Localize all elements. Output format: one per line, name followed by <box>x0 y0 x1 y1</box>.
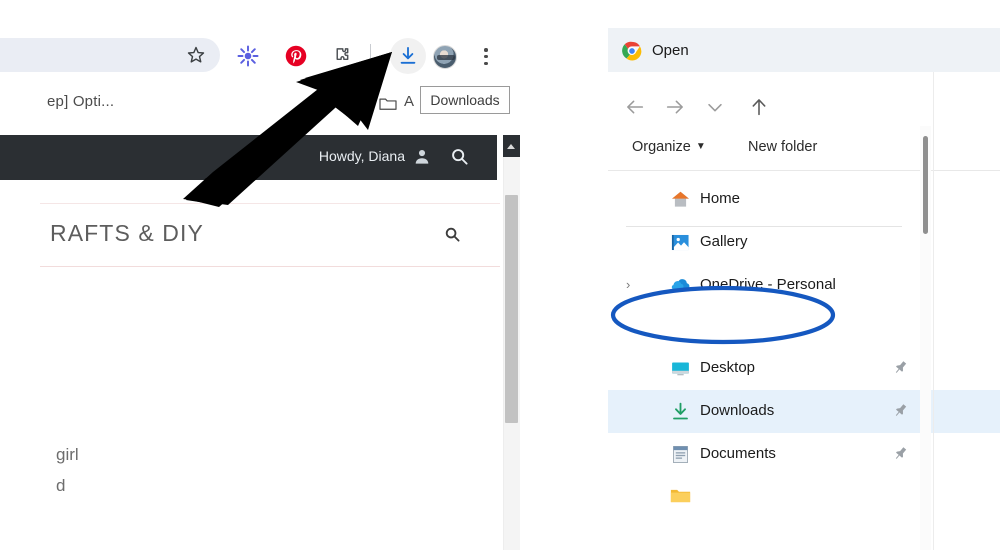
bookmark-item[interactable]: ep] Opti... <box>47 93 114 110</box>
site-nav-search-icon[interactable] <box>444 226 461 243</box>
site-nav-title: RAFTS & DIY <box>50 220 204 246</box>
open-file-dialog: Open Organize ▼ New folder Home Gallery … <box>608 28 1000 550</box>
organize-button[interactable]: Organize ▼ <box>632 139 706 155</box>
extension-sparkle-icon[interactable] <box>237 45 259 67</box>
account-person-icon[interactable] <box>413 147 431 166</box>
chrome-menu-kebab-icon[interactable] <box>484 45 488 67</box>
site-greeting: Howdy, Diana <box>318 148 405 164</box>
downloads-tooltip: Downloads <box>420 86 510 114</box>
chrome-browser-window: ep] Opti... A Downloads Howdy, Diana RAF… <box>0 0 520 550</box>
browser-scrollbar-up-button[interactable] <box>503 135 520 157</box>
extensions-puzzle-icon[interactable] <box>331 45 353 67</box>
pin-icon[interactable] <box>892 359 909 376</box>
omnibox[interactable] <box>0 38 220 72</box>
back-arrow-icon[interactable] <box>624 96 646 118</box>
chevron-right-icon[interactable]: › <box>626 278 630 291</box>
dialog-pane-divider <box>933 72 934 550</box>
forward-arrow-icon[interactable] <box>664 96 686 118</box>
new-folder-button[interactable]: New folder <box>748 139 817 155</box>
bookmark-star-icon[interactable] <box>186 45 206 65</box>
home-icon <box>670 189 691 210</box>
documents-icon <box>670 444 691 465</box>
site-header-bar: Howdy, Diana <box>0 135 497 180</box>
sidebar-item-label: Documents <box>700 445 776 462</box>
browser-scrollbar-thumb[interactable] <box>505 195 518 423</box>
sidebar-item-downloads[interactable]: Downloads <box>608 390 1000 433</box>
site-header-search-icon[interactable] <box>450 147 469 166</box>
body-text-line-2: d <box>56 476 66 495</box>
dialog-title: Open <box>652 42 689 59</box>
sidebar-item-onedrive[interactable]: › OneDrive - Personal <box>608 264 1000 307</box>
sidebar-item-label: OneDrive - Personal <box>700 276 836 293</box>
chevron-down-icon: ▼ <box>695 141 706 152</box>
folder-icon <box>670 487 691 508</box>
pin-icon[interactable] <box>892 402 909 419</box>
sidebar-item-documents[interactable]: Documents <box>608 433 1000 476</box>
toolbar-divider <box>608 170 1000 171</box>
recent-locations-chevron-icon[interactable] <box>704 96 726 118</box>
sidebar-item-label: Downloads <box>700 402 775 419</box>
profile-avatar[interactable] <box>433 45 457 69</box>
onedrive-cloud-icon <box>670 275 691 296</box>
dialog-scrollbar-thumb[interactable] <box>923 136 928 234</box>
bookmark-folder-label[interactable]: A <box>404 93 414 110</box>
sidebar-item-partial[interactable] <box>608 476 1000 519</box>
dialog-toolbar: Organize ▼ New folder <box>608 128 1000 170</box>
sidebar-item-gallery[interactable]: Gallery <box>608 221 1000 264</box>
dialog-title-bar: Open <box>608 28 1000 72</box>
divider-top <box>40 203 500 204</box>
downloads-icon[interactable] <box>397 45 419 67</box>
pin-icon[interactable] <box>892 445 909 462</box>
pinterest-icon[interactable] <box>285 45 307 67</box>
divider-bottom <box>40 266 500 267</box>
desktop-icon <box>670 358 691 379</box>
chrome-logo-icon <box>622 41 642 61</box>
sidebar-item-label: Gallery <box>700 233 748 250</box>
sidebar-item-label: Desktop <box>700 359 756 376</box>
black-arrow-pointer <box>183 52 392 207</box>
up-arrow-icon[interactable] <box>748 96 770 118</box>
dialog-navigation-bar: › Seagate (E <box>608 78 1000 170</box>
sidebar-item-desktop[interactable]: Desktop <box>608 347 1000 390</box>
toolbar-divider <box>370 44 371 64</box>
organize-label: Organize <box>632 139 691 155</box>
body-text-line-1: girl <box>56 445 79 464</box>
gallery-icon <box>670 232 691 253</box>
bookmark-folder-icon[interactable] <box>378 95 398 111</box>
downloads-arrow-icon <box>670 401 691 422</box>
sidebar-item-home[interactable]: Home <box>608 178 1000 221</box>
sidebar-separator <box>626 226 902 227</box>
sidebar-item-label: Home <box>700 190 741 207</box>
dialog-sidebar-tree: Home Gallery › OneDrive - Personal Deskt… <box>608 178 1000 519</box>
